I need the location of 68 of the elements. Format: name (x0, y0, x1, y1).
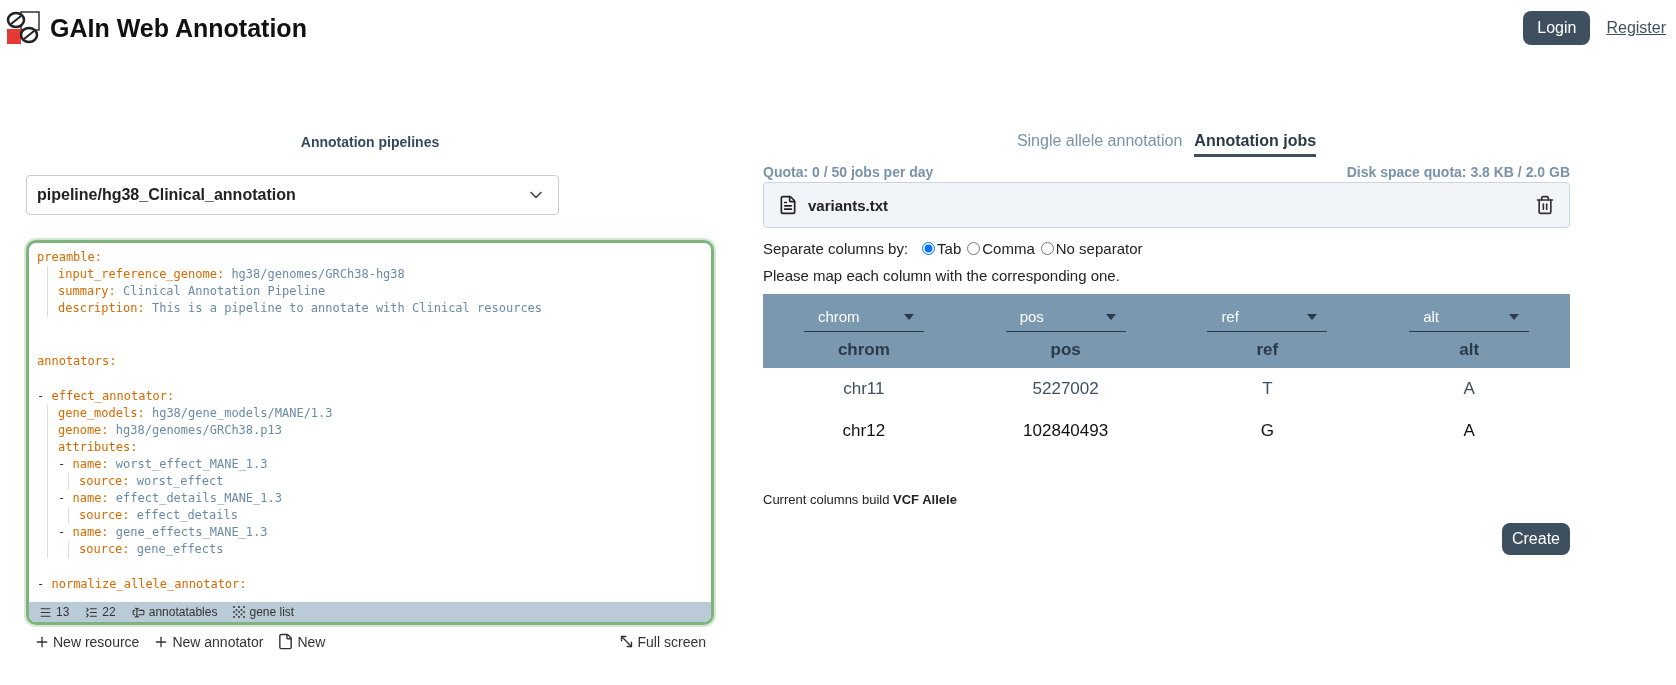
column-header: ref (1255, 340, 1280, 360)
code-line: description: This is a pipeline to annotate with Clinical resources (58, 300, 544, 317)
table-cell: A (1368, 368, 1570, 410)
status-item[interactable]: gene list (233, 605, 295, 619)
app-title: GAIn Web Annotation (50, 13, 307, 43)
code-line: annotators: (37, 353, 118, 370)
action-link[interactable]: New annotator (153, 633, 264, 650)
create-button[interactable]: Create (1501, 523, 1570, 555)
caret-icon (1105, 313, 1116, 320)
caret-icon (903, 313, 914, 320)
instruction-text: Please map each column with the corresponding one. (763, 267, 1121, 284)
trash-icon[interactable] (1535, 195, 1555, 215)
code-line: source: worst_effect (79, 473, 225, 490)
code-line: - effect_annotator: (37, 388, 176, 405)
logo-icon (6, 11, 40, 45)
table-cell: chr11 (763, 368, 965, 410)
pipeline-select[interactable]: pipeline/hg38_Clinical_annotation (26, 175, 559, 215)
caret-icon (1307, 313, 1318, 320)
code-line: input_reference_genome: hg38/genomes/GRCh38-hg38 (58, 266, 406, 283)
caret-icon (1509, 313, 1520, 320)
table-cell-text: G (1259, 420, 1275, 442)
action-link[interactable]: New (277, 633, 326, 650)
indent-icon (85, 605, 99, 619)
code-line: source: effect_details (79, 507, 239, 524)
login-button[interactable]: Login (1523, 11, 1591, 45)
summary-text: Current columns build VCF Allele (763, 492, 958, 507)
status-item[interactable]: 22 (85, 605, 116, 619)
table-cell: T (1166, 368, 1369, 410)
table-cell-text: chr12 (841, 420, 887, 442)
code-line: - normalize_allele_annotator: (37, 576, 248, 593)
code-line: source: gene_effects (79, 541, 225, 558)
code-line: summary: Clinical Annotation Pipeline (58, 283, 327, 300)
radio-button[interactable] (967, 242, 981, 255)
dots-icon (233, 606, 246, 618)
separator-label: Separate columns by: (763, 240, 909, 257)
radio-label: Comma (982, 240, 1035, 257)
code-line: preamble: (37, 249, 104, 266)
text-edit-icon (131, 605, 145, 619)
radio-label: Tab (937, 240, 962, 257)
action-link[interactable]: New resource (34, 633, 140, 650)
table-cell-text: A (1462, 420, 1476, 442)
code-editor[interactable] (26, 240, 714, 625)
status-item[interactable]: 13 (39, 605, 70, 619)
code-line: - name: effect_details_MANE_1.3 (58, 490, 283, 507)
file-icon (277, 633, 295, 650)
code-line: genome: hg38/genomes/GRCh38.p13 (58, 422, 283, 439)
full-screen-link[interactable]: Full screen (617, 633, 706, 650)
register-link[interactable]: Register (1606, 19, 1666, 37)
status-item[interactable]: annotatables (131, 605, 218, 619)
radio-label: No separator (1055, 240, 1143, 257)
code-line: - name: worst_effect_MANE_1.3 (58, 456, 269, 473)
lines-icon (39, 605, 52, 619)
column-header: alt (1458, 340, 1481, 360)
file-name: variants.txt (808, 196, 890, 214)
column-header: chrom (836, 340, 891, 360)
code-line: attributes: (58, 439, 139, 456)
radio-button[interactable] (1040, 242, 1054, 255)
document-icon (778, 195, 798, 215)
table-cell-text: 102840493 (1022, 420, 1110, 442)
code-line: gene_models: hg38/gene_models/MANE/1.3 (58, 405, 334, 422)
section-heading: Annotation pipelines (299, 134, 441, 150)
code-line: - name: gene_effects_MANE_1.3 (58, 524, 269, 541)
tab[interactable]: Annotation jobs (1194, 130, 1317, 157)
column-header: pos (1049, 340, 1082, 360)
disk-quota-text: Disk space quota: 3.8 KB / 2.0 GB (1346, 164, 1570, 180)
radio-button[interactable] (922, 242, 936, 255)
table-cell: 5227002 (964, 368, 1167, 410)
quota-text: Quota: 0 / 50 jobs per day (763, 164, 934, 180)
